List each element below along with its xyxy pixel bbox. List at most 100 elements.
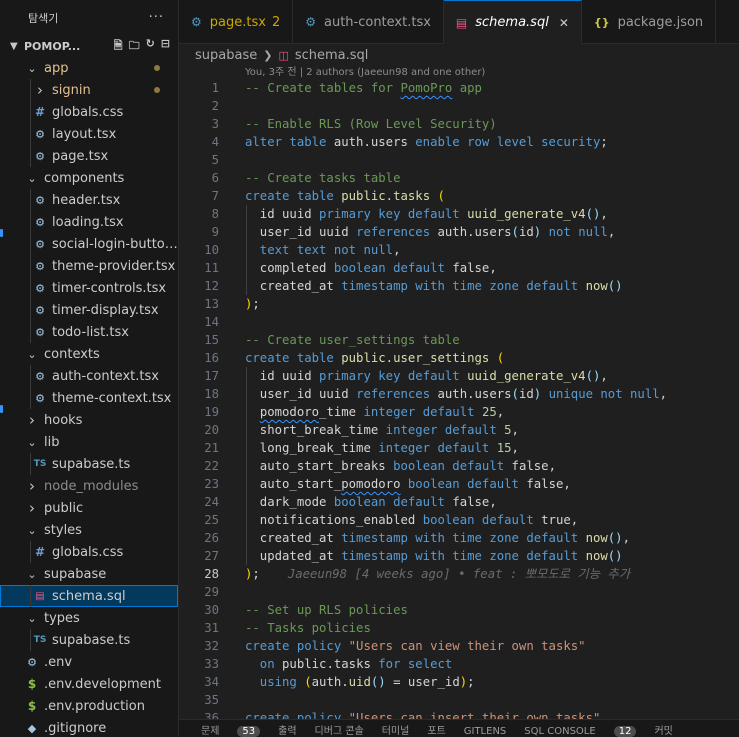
code-line[interactable]: 19 pomodoro_time integer default 25,	[179, 403, 739, 421]
code-line[interactable]: 10 text text not null,	[179, 241, 739, 259]
code-line[interactable]: 35	[179, 691, 739, 709]
code-line[interactable]: 2	[179, 97, 739, 115]
code-line[interactable]: 20 short_break_time integer default 5,	[179, 421, 739, 439]
tree-item[interactable]: ⌄ types	[0, 607, 178, 629]
refresh-icon[interactable]: ↻	[146, 37, 155, 56]
tree-item[interactable]: ⌄ styles	[0, 519, 178, 541]
tree-item[interactable]: # globals.css	[0, 101, 178, 123]
indent-guide	[30, 255, 31, 277]
close-icon[interactable]: ✕	[559, 16, 569, 30]
panel-tab[interactable]: GITLENS	[464, 726, 507, 737]
code-line[interactable]: 32 create policy "Users can view their ow…	[179, 637, 739, 655]
code-line[interactable]: 18 user_id uuid references auth.users(id…	[179, 385, 739, 403]
code-line[interactable]: 26 created_at timestamp with time zone d…	[179, 529, 739, 547]
panel-tab[interactable]: 문제	[201, 722, 219, 737]
code-line[interactable]: 1 -- Create tables for PomoPro app	[179, 79, 739, 97]
tree-item[interactable]: ⚙ theme-provider.tsx	[0, 255, 178, 277]
panel-tab[interactable]: 출력	[278, 722, 296, 737]
tree-item[interactable]: ⌄ app	[0, 57, 178, 79]
panel-tab[interactable]: 터미널	[382, 722, 410, 737]
code-line[interactable]: 5	[179, 151, 739, 169]
code-token: ,	[659, 387, 668, 401]
tree-item[interactable]: $ .env.development	[0, 673, 178, 695]
tree-item[interactable]: › hooks	[0, 409, 178, 431]
code-line[interactable]: 22 auto_start_breaks boolean default fal…	[179, 457, 739, 475]
tree-item[interactable]: ⚙ header.tsx	[0, 189, 178, 211]
code-line[interactable]: 27 updated_at timestamp with time zone d…	[179, 547, 739, 565]
code-line[interactable]: 13);	[179, 295, 739, 313]
code-line[interactable]: 4 alter table auth.users enable row level…	[179, 133, 739, 151]
code-line[interactable]: 8 id uuid primary key default uuid_gener…	[179, 205, 739, 223]
code-line[interactable]: 15 -- Create user_settings table	[179, 331, 739, 349]
code-line[interactable]: 24 dark_mode boolean default false,	[179, 493, 739, 511]
chevron-down-icon[interactable]: ▼	[10, 41, 24, 52]
panel-tab[interactable]: 커밋	[654, 722, 672, 737]
new-file-icon[interactable]: 🗎	[114, 37, 123, 56]
tree-item[interactable]: ⚙ timer-controls.tsx	[0, 277, 178, 299]
code-line[interactable]: 34 using (auth.uid() = user_id);	[179, 673, 739, 691]
panel-tab[interactable]: 포트	[427, 722, 445, 737]
tree-item[interactable]: ⌄ components	[0, 167, 178, 189]
collapse-all-icon[interactable]: ⊟	[161, 37, 170, 56]
tree-item[interactable]: ⚙ auth-context.tsx	[0, 365, 178, 387]
tree-item[interactable]: ⚙ page.tsx	[0, 145, 178, 167]
code-line[interactable]: 33 on public.tasks for select	[179, 655, 739, 673]
code-line[interactable]: 29	[179, 583, 739, 601]
code-token: primary key default	[319, 207, 468, 221]
tree-item[interactable]: ⚙ todo-list.tsx	[0, 321, 178, 343]
code-line[interactable]: 3 -- Enable RLS (Row Level Security)	[179, 115, 739, 133]
code-line[interactable]: 23 auto_start_pomodoro boolean default f…	[179, 475, 739, 493]
tree-item[interactable]: ⌄ supabase	[0, 563, 178, 585]
code-line[interactable]: 28); Jaeeun98 [4 weeks ago] • feat : 뽀모도로…	[179, 565, 739, 583]
tab-schema-sql[interactable]: ▤ schema.sql ✕	[443, 0, 582, 44]
tree-item[interactable]: ⚙ social-login-button...	[0, 233, 178, 255]
tree-item[interactable]: ⌄ contexts	[0, 343, 178, 365]
code-editor[interactable]: You, 3주 전 | 2 authors (Jaeeun98 and one …	[179, 66, 739, 719]
panel-tab[interactable]: 디버그 콘솔	[315, 722, 364, 737]
tab-auth-context-tsx[interactable]: ⚙ auth-context.tsx	[293, 0, 444, 44]
tree-item[interactable]: ⌄ lib	[0, 431, 178, 453]
code-line[interactable]: 16 create table public.user_settings (	[179, 349, 739, 367]
tree-item[interactable]: $ .env.production	[0, 695, 178, 717]
code-line[interactable]: 12 created_at timestamp with time zone d…	[179, 277, 739, 295]
code-line[interactable]: 25 notifications_enabled boolean default…	[179, 511, 739, 529]
tree-item[interactable]: › node_modules	[0, 475, 178, 497]
tab-page-tsx[interactable]: ⚙ page.tsx 2	[179, 0, 294, 44]
more-actions-icon[interactable]: ···	[149, 10, 164, 25]
tree-item[interactable]: › public	[0, 497, 178, 519]
code-line[interactable]: 21 long_break_time integer default 15,	[179, 439, 739, 457]
code-line[interactable]: 30 -- Set up RLS policies	[179, 601, 739, 619]
code-line[interactable]: 17 id uuid primary key default uuid_gene…	[179, 367, 739, 385]
tab-package-json[interactable]: {} package.json	[582, 0, 717, 44]
tree-item[interactable]: ⚙ loading.tsx	[0, 211, 178, 233]
breadcrumb-folder[interactable]: supabase	[195, 48, 257, 63]
tree-item[interactable]: ⚙ theme-context.tsx	[0, 387, 178, 409]
breadcrumb-file[interactable]: schema.sql	[295, 48, 369, 63]
code-line[interactable]: 14	[179, 313, 739, 331]
line-number: 9	[211, 225, 219, 239]
tree-item[interactable]: ⚙ .env	[0, 651, 178, 673]
code-line[interactable]: 36 create policy "Users can insert their …	[179, 709, 739, 719]
code-line[interactable]: 9 user_id uuid references auth.users(id)…	[179, 223, 739, 241]
tree-item[interactable]: ⚙ timer-display.tsx	[0, 299, 178, 321]
code-line[interactable]: 7 create table public.tasks (	[179, 187, 739, 205]
codelens-blame[interactable]: You, 3주 전 | 2 authors (Jaeeun98 and one …	[179, 66, 739, 79]
inline-blame[interactable]: Jaeeun98 [4 weeks ago] • feat : 뽀모도로 기능 …	[288, 567, 630, 581]
panel-tab[interactable]: SQL CONSOLE	[524, 726, 595, 737]
new-folder-icon[interactable]: 🗀	[129, 37, 140, 56]
tree-item[interactable]: › signin	[0, 79, 178, 101]
code-line[interactable]: 11 completed boolean default false,	[179, 259, 739, 277]
code-line[interactable]: 31 -- Tasks policies	[179, 619, 739, 637]
tree-item[interactable]: ◆ .gitignore	[0, 717, 178, 737]
code-token: boolean default	[333, 261, 453, 275]
line-number: 2	[211, 99, 219, 113]
indent-guide	[30, 453, 31, 475]
tree-item[interactable]: ⚙ layout.tsx	[0, 123, 178, 145]
tree-item[interactable]: TS supabase.ts	[0, 629, 178, 651]
project-root[interactable]: ▼ POMOP... 🗎 🗀 ↻ ⊟	[0, 35, 178, 57]
tree-item[interactable]: TS supabase.ts	[0, 453, 178, 475]
tree-item[interactable]: ▤ schema.sql	[0, 585, 178, 607]
tree-item[interactable]: # globals.css	[0, 541, 178, 563]
code-line[interactable]: 6 -- Create tasks table	[179, 169, 739, 187]
